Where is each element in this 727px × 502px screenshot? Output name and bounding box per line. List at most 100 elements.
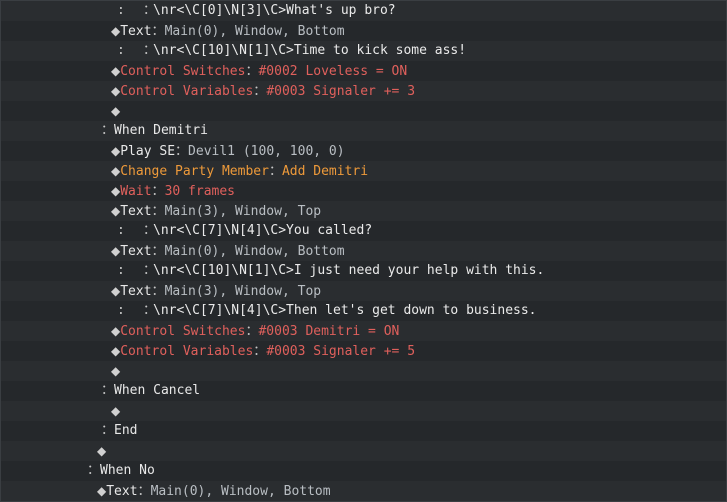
command-separator: ：: [253, 344, 267, 359]
diamond-icon: ◆: [111, 24, 121, 38]
command-args: Main(0), Window, Bottom: [164, 244, 345, 259]
command-row[interactable]: : \nr<\C[7]\N[4]\C>You called?：: [1, 221, 726, 241]
command-name: Control Variables: [120, 344, 254, 359]
command-name: Text: [120, 204, 152, 219]
continuation-marker: :: [117, 303, 125, 318]
diamond-icon: ◆: [97, 444, 107, 458]
command-row[interactable]: ：When Demitri: [1, 121, 726, 141]
continuation-marker: :: [117, 223, 125, 238]
command-args: Main(3), Window, Top: [164, 204, 322, 219]
command-row[interactable]: ◆: [1, 361, 726, 381]
command-row[interactable]: ◆Play SE：Devil1 (100, 100, 0): [1, 141, 726, 161]
command-separator: ：: [151, 24, 165, 39]
command-name: Text: [120, 244, 152, 259]
continuation-colon: ：: [143, 303, 157, 318]
command-row[interactable]: ：When No: [1, 461, 726, 481]
message-text: \nr<\C[10]\N[1]\C>I just need your help …: [153, 263, 545, 278]
branch-label: When Cancel: [114, 383, 201, 398]
command-args: Devil1 (100, 100, 0): [188, 144, 345, 159]
command-separator: ：: [175, 144, 189, 159]
diamond-icon: ◆: [111, 324, 121, 338]
command-name: Wait: [120, 184, 152, 199]
diamond-icon: ◆: [111, 144, 121, 158]
continuation-colon: ：: [143, 223, 157, 238]
command-args: Add Demitri: [281, 164, 369, 179]
command-separator: ：: [137, 484, 151, 499]
branch-marker: ：: [87, 463, 101, 478]
command-name: Change Party Member: [120, 164, 269, 179]
command-separator: ：: [151, 204, 165, 219]
command-name: Text: [120, 284, 152, 299]
branch-label: When No: [100, 463, 155, 478]
continuation-marker: :: [117, 263, 125, 278]
command-args: #0002 Loveless = ON: [258, 64, 408, 79]
command-args: #0003 Signaler += 5: [266, 344, 416, 359]
command-row[interactable]: ：When Cancel: [1, 381, 726, 401]
command-name: Control Switches: [120, 324, 246, 339]
diamond-icon: ◆: [111, 284, 121, 298]
message-text: \nr<\C[7]\N[4]\C>You called?: [153, 223, 373, 238]
command-separator: ：: [253, 84, 267, 99]
diamond-icon: ◆: [111, 164, 121, 178]
command-row[interactable]: ◆Text：Main(0), Window, Bottom: [1, 241, 726, 261]
continuation-marker: :: [117, 43, 125, 58]
diamond-icon: ◆: [97, 484, 107, 498]
diamond-icon: ◆: [111, 404, 121, 418]
message-text: \nr<\C[10]\N[1]\C>Time to kick some ass!: [153, 43, 467, 58]
event-command-list[interactable]: : \nr<\C[0]\N[3]\C>What's up bro?： ◆Text：M…: [0, 0, 727, 502]
command-row[interactable]: : \nr<\C[0]\N[3]\C>What's up bro?：: [1, 1, 726, 21]
command-row[interactable]: ◆Control Switches：#0002 Loveless = ON: [1, 61, 726, 81]
message-text: \nr<\C[7]\N[4]\C>Then let's get down to …: [153, 303, 537, 318]
command-name: Play SE: [120, 144, 176, 159]
command-row[interactable]: : \nr<\C[10]\N[1]\C>Time to kick some ass…: [1, 41, 726, 61]
command-separator: ：: [245, 64, 259, 79]
command-row[interactable]: ◆Wait：30 frames: [1, 181, 726, 201]
diamond-icon: ◆: [111, 104, 121, 118]
diamond-icon: ◆: [111, 364, 121, 378]
diamond-icon: ◆: [111, 184, 121, 198]
continuation-colon: ：: [143, 263, 157, 278]
branch-label: End: [114, 423, 138, 438]
command-args: #0003 Demitri = ON: [258, 324, 400, 339]
command-args: 30 frames: [164, 184, 236, 199]
command-separator: ：: [151, 244, 165, 259]
command-row[interactable]: ◆Control Variables：#0003 Signaler += 5: [1, 341, 726, 361]
continuation-colon: ：: [143, 3, 157, 18]
message-text: \nr<\C[0]\N[3]\C>What's up bro?: [153, 3, 396, 18]
command-args: Main(0), Window, Bottom: [150, 484, 331, 499]
command-row[interactable]: ◆Control Variables：#0003 Signaler += 3: [1, 81, 726, 101]
branch-marker: ：: [101, 123, 115, 138]
command-separator: ：: [268, 164, 282, 179]
command-name: Control Variables: [120, 84, 254, 99]
command-separator: ：: [245, 324, 259, 339]
command-row[interactable]: ◆Text：Main(3), Window, Top: [1, 281, 726, 301]
diamond-icon: ◆: [111, 244, 121, 258]
diamond-icon: ◆: [111, 344, 121, 358]
command-name: Control Switches: [120, 64, 246, 79]
diamond-icon: ◆: [111, 204, 121, 218]
command-row[interactable]: ◆Text：Main(3), Window, Top: [1, 201, 726, 221]
continuation-marker: :: [117, 3, 125, 18]
branch-marker: ：: [101, 423, 115, 438]
command-separator: ：: [151, 284, 165, 299]
command-args: #0003 Signaler += 3: [266, 84, 416, 99]
command-args: Main(3), Window, Top: [164, 284, 322, 299]
branch-label: When Demitri: [114, 123, 208, 138]
continuation-colon: ：: [143, 43, 157, 58]
diamond-icon: ◆: [111, 84, 121, 98]
command-args: Main(0), Window, Bottom: [164, 24, 345, 39]
command-row[interactable]: ◆: [1, 441, 726, 461]
command-name: Text: [106, 484, 138, 499]
command-row[interactable]: ◆: [1, 101, 726, 121]
branch-marker: ：: [101, 383, 115, 398]
command-separator: ：: [151, 184, 165, 199]
command-row[interactable]: ◆Text：Main(0), Window, Bottom: [1, 481, 726, 501]
command-row[interactable]: ：End: [1, 421, 726, 441]
command-name: Text: [120, 24, 152, 39]
command-row[interactable]: : \nr<\C[10]\N[1]\C>I just need your help…: [1, 261, 726, 281]
command-row[interactable]: : \nr<\C[7]\N[4]\C>Then let's get down to…: [1, 301, 726, 321]
command-row[interactable]: ◆Change Party Member：Add Demitri: [1, 161, 726, 181]
command-row[interactable]: ◆Control Switches：#0003 Demitri = ON: [1, 321, 726, 341]
command-row[interactable]: ◆Text：Main(0), Window, Bottom: [1, 21, 726, 41]
command-row[interactable]: ◆: [1, 401, 726, 421]
